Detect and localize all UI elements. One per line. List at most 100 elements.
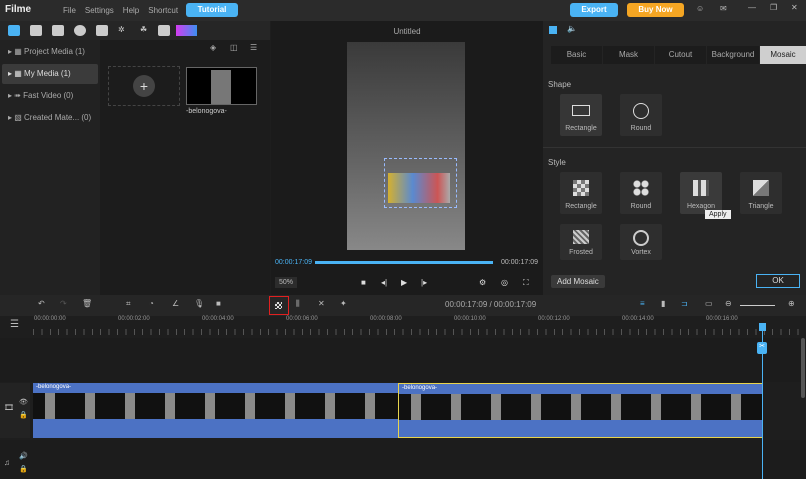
menu-shortcut[interactable]: Shortcut — [148, 6, 178, 15]
current-time: 00:00:17:09 — [275, 259, 312, 266]
tracks-menu-icon[interactable]: ☰ — [10, 319, 19, 330]
sidebar-item-project-media[interactable]: ▸ ▦ Project Media (1) — [2, 42, 98, 62]
empty-track — [0, 338, 806, 382]
record-icon[interactable]: ■ — [216, 299, 221, 308]
redo-icon[interactable]: ↷ — [60, 299, 67, 308]
grid-view-icon[interactable]: ◫ — [230, 43, 238, 52]
zoom-select[interactable]: 50% — [275, 277, 298, 288]
zoom-slider[interactable] — [740, 305, 775, 306]
scrollbar[interactable] — [801, 338, 805, 398]
style-triangle[interactable]: Triangle — [740, 172, 782, 214]
split-icon[interactable]: ✂ — [757, 342, 767, 354]
sticker-icon[interactable] — [74, 25, 86, 36]
filters-icon[interactable]: ☘ — [140, 25, 152, 36]
text-icon[interactable] — [52, 25, 64, 36]
resource-toolbar: ✲ ☘ — [0, 21, 270, 40]
stop-icon[interactable]: ■ — [361, 278, 366, 287]
next-frame-icon[interactable]: |▸ — [421, 278, 427, 287]
clip-frames — [399, 394, 762, 420]
style-vortex[interactable]: Vortex — [620, 224, 662, 260]
settings-icon[interactable]: ⚙ — [479, 278, 486, 287]
folder-icon[interactable] — [30, 25, 42, 36]
minimize-icon[interactable]: — — [748, 3, 756, 12]
buy-now-button[interactable]: Buy Now — [627, 3, 684, 17]
crop-icon[interactable]: ⌗ — [126, 299, 131, 309]
tab-basic[interactable]: Basic — [551, 46, 602, 64]
layers-icon[interactable]: ◈ — [210, 43, 216, 52]
tutorial-button[interactable]: Tutorial — [186, 3, 238, 17]
menu-file[interactable]: File — [63, 6, 76, 15]
clip-frames — [33, 393, 398, 419]
tab-mosaic[interactable]: Mosaic — [760, 46, 806, 64]
tile-label: Vortex — [631, 249, 651, 256]
tab-mask[interactable]: Mask — [603, 46, 654, 64]
style-hexagon[interactable]: Hexagon — [680, 172, 722, 214]
tab-cutout[interactable]: Cutout — [655, 46, 706, 64]
snap-icon[interactable]: ⊐ — [681, 299, 688, 308]
mosaic-tool-button[interactable] — [269, 296, 289, 315]
fullscreen-icon[interactable]: ⛶ — [523, 278, 529, 288]
video-props-icon[interactable] — [549, 26, 557, 34]
export-button[interactable]: Export — [570, 3, 618, 17]
lock-icon[interactable]: 🔒 — [19, 411, 28, 419]
ruler-tick: 00:00:12:00 — [538, 316, 570, 322]
undo-icon[interactable]: ↶ — [38, 299, 45, 308]
mosaic-icon — [275, 302, 282, 309]
prev-frame-icon[interactable]: ◂| — [381, 278, 387, 287]
zoom-in-icon[interactable]: ⊕ — [788, 299, 795, 308]
tab-background[interactable]: Background — [707, 46, 759, 64]
playhead-handle[interactable] — [759, 323, 766, 331]
account-icon[interactable]: ☺ — [696, 4, 704, 13]
shape-round[interactable]: Round — [620, 94, 662, 136]
progress-bar[interactable] — [315, 261, 493, 264]
gradient-icon[interactable] — [176, 25, 197, 36]
edit-icon[interactable]: ∠ — [172, 299, 179, 308]
style-label: Style — [548, 158, 566, 167]
media-thumbnail[interactable] — [186, 67, 257, 105]
timeline-clip[interactable]: -belonogova- — [33, 383, 398, 438]
volume-icon[interactable]: 🔊 — [19, 452, 28, 460]
media-icon[interactable] — [8, 25, 20, 36]
message-icon[interactable]: ✉ — [720, 4, 727, 13]
freeze-icon[interactable]: ⫼ — [296, 299, 300, 309]
restore-icon[interactable]: ❐ — [770, 3, 777, 12]
mosaic-box[interactable] — [384, 158, 457, 208]
magic-icon[interactable]: ✕ — [318, 299, 325, 308]
shape-rectangle[interactable]: Rectangle — [560, 94, 602, 136]
snapshot-icon[interactable]: ◎ — [501, 278, 508, 287]
sort-icon[interactable]: ☰ — [250, 43, 257, 52]
effects-icon[interactable]: ✲ — [118, 25, 130, 36]
menu-settings[interactable]: Settings — [85, 6, 114, 15]
visibility-icon[interactable]: 👁 — [19, 398, 28, 406]
style-frosted[interactable]: Frosted — [560, 224, 602, 260]
ruler-tick: 00:00:06:00 — [286, 316, 318, 322]
menu-help[interactable]: Help — [123, 6, 139, 15]
sidebar-item-created-material[interactable]: ▸ ▧ Created Mate... (0) — [2, 108, 98, 128]
fit-icon[interactable]: ▭ — [705, 299, 713, 308]
ok-button[interactable]: OK — [756, 274, 800, 288]
timeline-clip-selected[interactable]: -belonogova- — [398, 383, 763, 438]
audio-props-icon[interactable]: 🔈 — [567, 24, 577, 33]
add-mosaic-button[interactable]: Add Mosaic — [551, 275, 605, 288]
style-round[interactable]: Round — [620, 172, 662, 214]
style-rectangle[interactable]: Rectangle — [560, 172, 602, 214]
music-icon[interactable] — [158, 25, 170, 36]
sidebar-item-label: Created Mate... (0) — [24, 113, 92, 122]
transition-icon[interactable] — [96, 25, 108, 36]
timeline-ruler[interactable]: ☰ 00:00:00:00 00:00:02:00 00:00:04:00 00… — [0, 316, 806, 338]
sidebar-item-fast-video[interactable]: ▸ ➠ Fast Video (0) — [2, 86, 98, 106]
zoom-out-icon[interactable]: ⊖ — [725, 299, 732, 308]
media-panel: ◈ ◫ ☰ + -belonogova- — [100, 40, 270, 295]
mic-icon[interactable]: 🎙 — [194, 299, 204, 308]
audio-lock-icon[interactable]: 🔒 — [19, 465, 28, 473]
import-media-button[interactable]: + — [108, 66, 180, 106]
speed-icon[interactable]: ◔ — [149, 299, 154, 308]
sidebar-item-my-media[interactable]: ▸ ▦ My Media (1) — [2, 64, 98, 84]
marker-icon[interactable]: ▮ — [661, 299, 665, 308]
play-icon[interactable]: ▶ — [401, 278, 407, 287]
person-icon[interactable]: ✦ — [340, 299, 347, 308]
delete-icon[interactable]: 🗑 — [82, 299, 92, 308]
close-icon[interactable]: ✕ — [791, 3, 798, 12]
audio-mix-icon[interactable]: ≡ — [640, 299, 645, 308]
clip-name: -belonogova- — [36, 384, 72, 390]
